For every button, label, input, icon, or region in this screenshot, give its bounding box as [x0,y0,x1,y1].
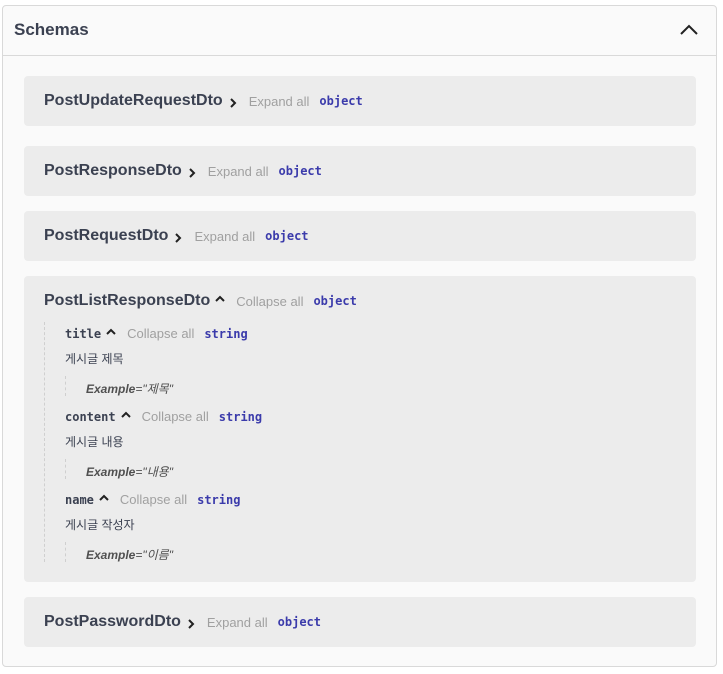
model-post-update-request-dto[interactable]: PostUpdateRequestDto Expand all object [24,76,696,126]
example-block: Example="내용" [65,459,665,479]
model-post-list-response-dto[interactable]: PostListResponseDto Collapse all object … [24,276,696,582]
model-post-request-dto[interactable]: PostRequestDto Expand all object [24,211,696,261]
property-name[interactable]: name [65,493,94,507]
chevron-up-icon[interactable] [120,409,132,421]
collapse-all-link[interactable]: Collapse all [127,326,194,341]
example-value: ="내용" [135,465,173,479]
model-name[interactable]: PostResponseDto [44,162,182,180]
property-name[interactable]: title [65,327,101,341]
chevron-right-icon[interactable] [227,97,239,109]
model-type: object [278,164,322,178]
chevron-up-icon[interactable] [214,293,226,305]
chevron-up-icon[interactable] [678,19,700,41]
example-value: ="제목" [135,382,173,396]
collapse-all-link[interactable]: Collapse all [236,294,303,309]
model-type: object [265,229,309,243]
expand-all-link[interactable]: Expand all [249,94,310,109]
example-label: Example [86,548,136,562]
section-title: Schemas [14,20,89,39]
property-list: title Collapse all string 게시글 제목 Example… [44,322,685,562]
collapse-all-link[interactable]: Collapse all [142,409,209,424]
schemas-section: Schemas PostUpdateRequestDto Expand all … [2,5,717,667]
example-text: Example="내용" [86,465,173,479]
model-type: object [313,294,357,308]
example-value: ="이름" [135,548,173,562]
property-name-field: name Collapse all string 게시글 작성자 Example… [65,492,665,562]
example-text: Example="제목" [86,382,173,396]
example-label: Example [86,465,136,479]
model-name[interactable]: PostPasswordDto [44,613,181,631]
property-type: string [218,409,263,424]
example-block: Example="이름" [65,542,665,562]
property-name[interactable]: content [65,410,116,424]
model-name[interactable]: PostListResponseDto [44,292,210,310]
schemas-header[interactable]: Schemas [3,6,716,56]
property-type: string [197,492,241,507]
model-post-password-dto[interactable]: PostPasswordDto Expand all object [24,597,696,647]
expand-all-link[interactable]: Expand all [207,615,268,630]
example-label: Example [86,382,136,396]
example-block: Example="제목" [65,376,665,396]
model-type: object [319,94,363,108]
property-content: content Collapse all string 게시글 내용 Examp… [65,409,665,479]
chevron-up-icon[interactable] [98,492,110,504]
expand-all-link[interactable]: Expand all [194,229,255,244]
model-name[interactable]: PostRequestDto [44,227,168,245]
example-text: Example="이름" [86,548,173,562]
chevron-right-icon[interactable] [172,232,184,244]
model-type: object [277,615,321,629]
chevron-right-icon[interactable] [186,167,198,179]
chevron-right-icon[interactable] [185,618,197,630]
chevron-up-icon[interactable] [105,326,117,338]
property-title: title Collapse all string 게시글 제목 Example… [65,326,665,396]
expand-all-link[interactable]: Expand all [208,164,269,179]
model-post-response-dto[interactable]: PostResponseDto Expand all object [24,146,696,196]
property-description: 게시글 작성자 [65,518,135,532]
collapse-all-link[interactable]: Collapse all [120,492,187,507]
model-name[interactable]: PostUpdateRequestDto [44,92,223,110]
property-description: 게시글 내용 [65,435,124,449]
property-type: string [204,326,248,341]
property-description: 게시글 제목 [65,352,124,366]
